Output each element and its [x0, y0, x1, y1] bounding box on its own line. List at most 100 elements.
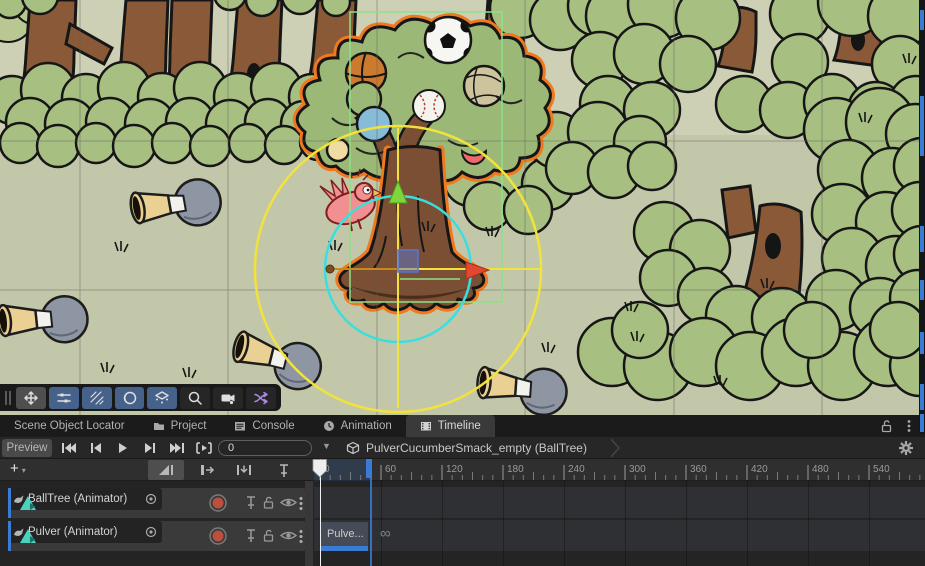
- playhead-handle[interactable]: [312, 459, 328, 478]
- caret-down-icon: ▾: [22, 462, 26, 475]
- ripple-mode-button[interactable]: [192, 460, 224, 480]
- dock-drag-handle[interactable]: [5, 391, 11, 405]
- track-header-pulver[interactable]: Pulver (Animator): [8, 521, 305, 551]
- blue-ball[interactable]: [357, 107, 391, 141]
- keys-icon: [56, 390, 72, 406]
- go-to-start-button[interactable]: [56, 439, 81, 457]
- track-content-row[interactable]: [314, 520, 925, 551]
- track-color-edge: [8, 521, 11, 551]
- ruler-label: 120: [446, 464, 463, 475]
- mix-mode-button[interactable]: [148, 460, 184, 480]
- tab-label: Project: [171, 420, 207, 432]
- replace-mode-icon: [236, 462, 252, 478]
- animation-clip[interactable]: Pulve...: [321, 522, 368, 546]
- scene-tool-dock: [0, 384, 281, 411]
- tab-timeline[interactable]: Timeline: [406, 415, 495, 437]
- move-gizmo-plane-handle[interactable]: [398, 250, 418, 272]
- replace-mode-button[interactable]: [228, 460, 260, 480]
- hatch-icon: [89, 390, 105, 406]
- ruler-label: 360: [690, 464, 707, 475]
- skip-end-icon: [170, 442, 184, 454]
- kebab-menu-icon[interactable]: [299, 529, 303, 544]
- lock-icon[interactable]: [262, 495, 275, 510]
- gizmo-anchor-dot[interactable]: [326, 265, 334, 273]
- tab-animation[interactable]: Animation: [309, 415, 406, 437]
- hatch-tool-button[interactable]: [82, 387, 112, 409]
- magnifier-icon: [187, 390, 203, 406]
- ruler-label: 180: [507, 464, 524, 475]
- lock-icon[interactable]: [880, 419, 893, 433]
- pin-icon: [277, 463, 291, 478]
- sphere-icon: [122, 390, 138, 406]
- timeline-header: + ▾ 0 60 120 180 240 300 360: [0, 459, 925, 481]
- sphere-tool-button[interactable]: [115, 387, 145, 409]
- next-frame-button[interactable]: [137, 439, 162, 457]
- breadcrumb-label: PulverCucumberSmack_empty (BallTree): [366, 441, 587, 455]
- ruler-label: 240: [568, 464, 585, 475]
- clock-icon: [323, 420, 335, 432]
- scene-view[interactable]: [0, 0, 925, 415]
- tab-console[interactable]: Console: [220, 415, 308, 437]
- folder-icon: [153, 420, 165, 432]
- ruler-label: 60: [385, 464, 397, 475]
- camera-icon: [220, 390, 236, 406]
- shuffle-tool-button[interactable]: [246, 387, 276, 409]
- film-icon: [420, 420, 432, 432]
- pin-icon[interactable]: [244, 528, 258, 543]
- track-label: BallTree (Animator): [28, 493, 141, 505]
- play-button[interactable]: [110, 439, 135, 457]
- track-content-row[interactable]: [314, 487, 925, 518]
- animation-track-icon: [18, 494, 38, 512]
- panel-tab-bar: Scene Object Locator Project Console Ani…: [0, 415, 925, 437]
- keys-tool-button[interactable]: [49, 387, 79, 409]
- scene-canvas[interactable]: [0, 0, 925, 415]
- preview-label: Preview: [7, 442, 48, 454]
- next-frame-icon: [145, 442, 155, 454]
- lock-icon[interactable]: [262, 528, 275, 543]
- track-color-edge: [8, 488, 11, 518]
- move-tool-button[interactable]: [16, 387, 46, 409]
- tab-project[interactable]: Project: [139, 415, 221, 437]
- add-track-button[interactable]: + ▾: [10, 460, 26, 477]
- console-icon: [234, 420, 246, 432]
- track-list-divider[interactable]: [305, 481, 313, 566]
- pin-icon[interactable]: [244, 495, 258, 510]
- tab-label: Scene Object Locator: [14, 420, 125, 432]
- pin-markers-button[interactable]: [270, 460, 298, 480]
- move-icon: [23, 390, 39, 406]
- go-to-end-button[interactable]: [164, 439, 189, 457]
- layers-icon: [154, 390, 170, 406]
- object-picker-icon[interactable]: [145, 526, 157, 538]
- camera-tool-button[interactable]: [213, 387, 243, 409]
- frame-number-field[interactable]: [218, 440, 312, 456]
- breadcrumb[interactable]: PulverCucumberSmack_empty (BallTree): [346, 437, 587, 459]
- kebab-menu-icon[interactable]: [299, 496, 303, 511]
- preview-toggle-button[interactable]: Preview: [2, 439, 52, 457]
- object-picker-icon[interactable]: [145, 493, 157, 505]
- tab-scene-object-locator[interactable]: Scene Object Locator: [0, 415, 139, 437]
- skip-start-icon: [62, 442, 76, 454]
- record-button[interactable]: [208, 526, 228, 546]
- previous-frame-button[interactable]: [83, 439, 108, 457]
- kebab-menu-icon[interactable]: [907, 419, 911, 433]
- eye-icon[interactable]: [280, 528, 297, 543]
- record-button[interactable]: [208, 493, 228, 513]
- ripple-mode-icon: [200, 462, 216, 478]
- baseball[interactable]: [413, 90, 445, 122]
- volleyball[interactable]: [464, 66, 504, 106]
- track-label: Pulver (Animator): [28, 526, 141, 538]
- timeline-ruler[interactable]: 0 60 120 180 240 300 360 420 480 540: [314, 459, 925, 481]
- eye-icon[interactable]: [280, 495, 297, 510]
- tab-label: Timeline: [438, 420, 481, 432]
- prev-frame-icon: [91, 442, 101, 454]
- track-header-balltree[interactable]: BallTree (Animator): [8, 488, 305, 518]
- frame-dropdown-caret[interactable]: ▼: [322, 441, 331, 451]
- ruler-label: 420: [751, 464, 768, 475]
- zoom-tool-button[interactable]: [180, 387, 210, 409]
- scene-scrollbar[interactable]: [919, 0, 925, 434]
- timeline-settings-gear-icon[interactable]: [898, 440, 914, 456]
- play-range-button[interactable]: [191, 439, 216, 457]
- play-icon: [118, 442, 128, 454]
- breadcrumb-chevron: [610, 439, 620, 457]
- layers-tool-button[interactable]: [147, 387, 177, 409]
